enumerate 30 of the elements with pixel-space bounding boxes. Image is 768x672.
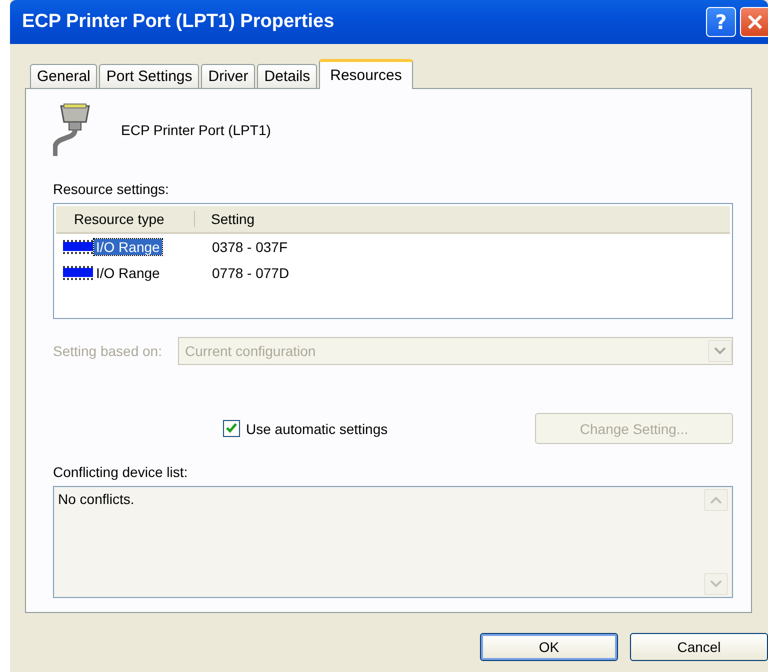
memory-chip-icon — [62, 240, 94, 254]
tab[interactable]: Port Settings — [99, 64, 200, 88]
chevron-up-icon — [710, 496, 722, 504]
memory-chip-icon — [62, 266, 94, 280]
column-header[interactable]: Resource type — [56, 211, 195, 227]
section-label: Conflicting device list: — [53, 464, 189, 480]
close-icon — [746, 13, 764, 31]
checkbox[interactable] — [223, 420, 240, 437]
chevron-down-icon — [714, 347, 726, 355]
section-label: Resource settings: — [53, 181, 170, 197]
device-name: ECP Printer Port (LPT1) — [121, 122, 271, 138]
tab[interactable]: Driver — [201, 64, 256, 88]
tab[interactable]: Details — [257, 64, 318, 88]
field-label: Setting based on: — [53, 343, 162, 359]
resource-type[interactable]: I/O Range — [94, 265, 162, 281]
column-header[interactable]: Setting — [195, 211, 255, 227]
checkbox-label: Use automatic settings — [246, 420, 388, 436]
dialog-button[interactable]: OK — [480, 633, 618, 661]
dialog-button[interactable]: Cancel — [630, 633, 768, 661]
close-button[interactable] — [740, 7, 768, 37]
resource-setting: 0378 - 037F — [212, 239, 288, 255]
resource-setting: 0778 - 077D — [212, 265, 290, 281]
help-button[interactable]: ? — [706, 7, 736, 37]
conflict-text: No conflicts. — [57, 490, 136, 509]
tab[interactable]: General — [30, 64, 98, 88]
tab[interactable]: Resources — [319, 59, 413, 89]
window-title: ECP Printer Port (LPT1) Properties — [22, 11, 336, 33]
chevron-down-icon — [710, 580, 722, 588]
resource-type[interactable]: I/O Range — [94, 239, 162, 255]
port-connector-icon — [53, 102, 93, 158]
